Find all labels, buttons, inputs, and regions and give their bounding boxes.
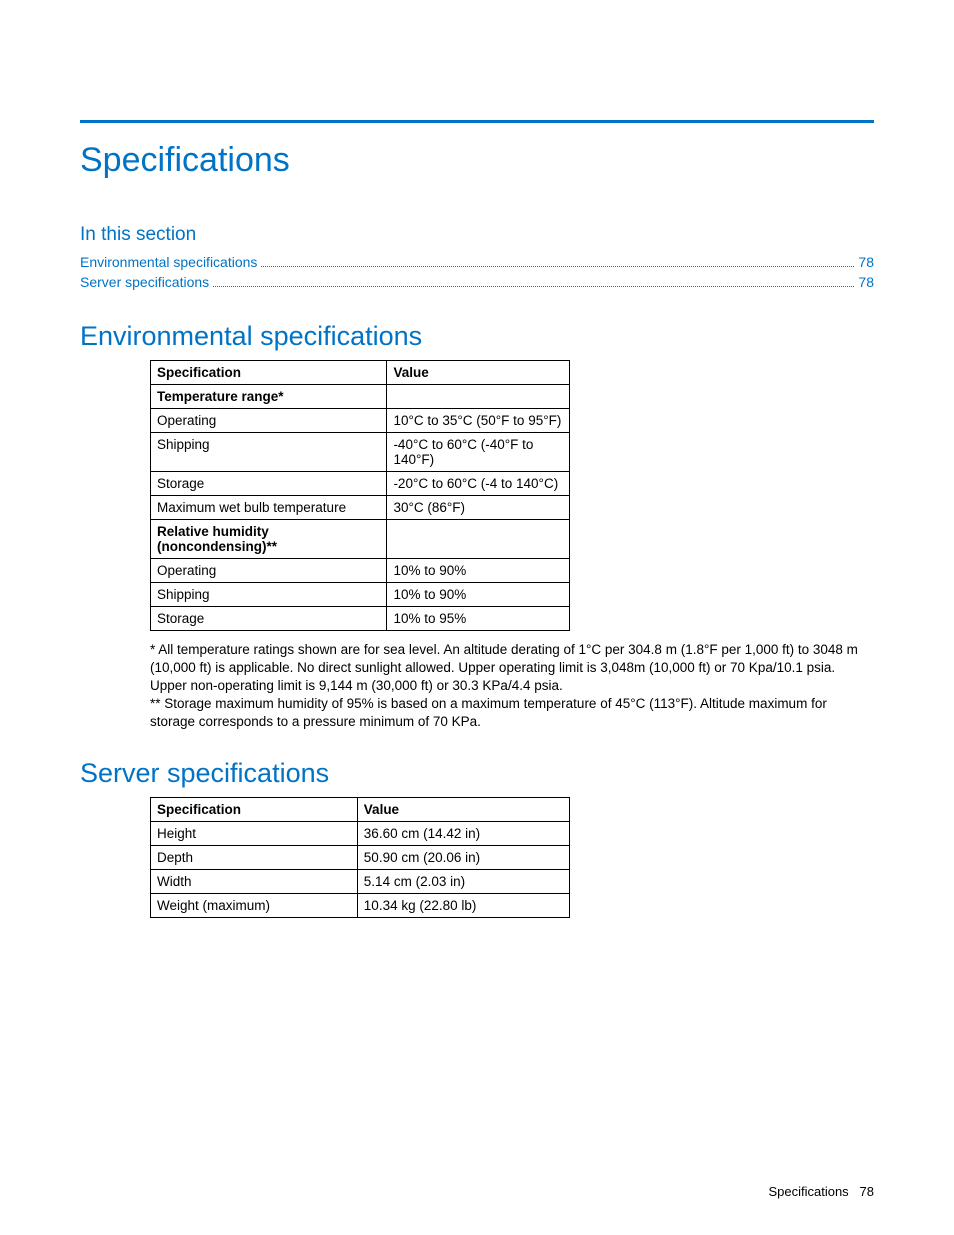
table-header-spec: Specification	[151, 797, 358, 821]
cell-spec: Shipping	[151, 432, 387, 471]
cell-value: 10% to 95%	[387, 606, 570, 630]
cell-value: 10.34 kg (22.80 lb)	[357, 893, 569, 917]
table-row: Temperature range*	[151, 384, 570, 408]
table-row: Operating10°C to 35°C (50°F to 95°F)	[151, 408, 570, 432]
page-title: Specifications	[80, 141, 874, 180]
table-row: Shipping10% to 90%	[151, 582, 570, 606]
cell-value: 10°C to 35°C (50°F to 95°F)	[387, 408, 570, 432]
table-header-value: Value	[357, 797, 569, 821]
cell-spec: Weight (maximum)	[151, 893, 358, 917]
toc-page-number: 78	[858, 252, 874, 272]
cell-value: 10% to 90%	[387, 558, 570, 582]
table-row: Shipping-40°C to 60°C (-40°F to 140°F)	[151, 432, 570, 471]
table-row: Maximum wet bulb temperature30°C (86°F)	[151, 495, 570, 519]
cell-spec: Height	[151, 821, 358, 845]
page-footer: Specifications 78	[768, 1184, 874, 1199]
table-row: Relative humidity (noncondensing)**	[151, 519, 570, 558]
table-row: Storage-20°C to 60°C (-4 to 140°C)	[151, 471, 570, 495]
cell-spec: Operating	[151, 408, 387, 432]
table-header-spec: Specification	[151, 360, 387, 384]
table-row: Storage10% to 95%	[151, 606, 570, 630]
table-row: Depth50.90 cm (20.06 in)	[151, 845, 570, 869]
cell-spec: Temperature range*	[151, 384, 387, 408]
cell-value	[387, 519, 570, 558]
table-header-value: Value	[387, 360, 570, 384]
cell-spec: Storage	[151, 606, 387, 630]
table-row: Width5.14 cm (2.03 in)	[151, 869, 570, 893]
cell-spec: Maximum wet bulb temperature	[151, 495, 387, 519]
table-row: Weight (maximum)10.34 kg (22.80 lb)	[151, 893, 570, 917]
footer-label: Specifications	[768, 1184, 848, 1199]
cell-value: 50.90 cm (20.06 in)	[357, 845, 569, 869]
toc-link-label: Environmental specifications	[80, 252, 257, 272]
cell-value	[387, 384, 570, 408]
top-rule	[80, 120, 874, 123]
cell-value: 5.14 cm (2.03 in)	[357, 869, 569, 893]
toc-leader-dots	[261, 266, 854, 267]
cell-value: -20°C to 60°C (-4 to 140°C)	[387, 471, 570, 495]
toc-page-number: 78	[858, 272, 874, 292]
cell-spec: Storage	[151, 471, 387, 495]
cell-value: 30°C (86°F)	[387, 495, 570, 519]
toc-leader-dots	[213, 286, 854, 287]
toc-line[interactable]: Server specifications 78	[80, 272, 874, 292]
environmental-heading: Environmental specifications	[80, 321, 874, 352]
cell-spec: Depth	[151, 845, 358, 869]
cell-spec: Relative humidity (noncondensing)**	[151, 519, 387, 558]
environmental-spec-table: Specification Value Temperature range* O…	[150, 360, 570, 631]
cell-value: 10% to 90%	[387, 582, 570, 606]
toc: Environmental specifications 78 Server s…	[80, 252, 874, 293]
cell-spec: Width	[151, 869, 358, 893]
server-heading: Server specifications	[80, 758, 874, 789]
toc-link-label: Server specifications	[80, 272, 209, 292]
cell-spec: Shipping	[151, 582, 387, 606]
cell-value: -40°C to 60°C (-40°F to 140°F)	[387, 432, 570, 471]
table-header-row: Specification Value	[151, 797, 570, 821]
table-header-row: Specification Value	[151, 360, 570, 384]
server-spec-table: Specification Value Height36.60 cm (14.4…	[150, 797, 570, 918]
footer-page: 78	[860, 1184, 874, 1199]
table-row: Height36.60 cm (14.42 in)	[151, 821, 570, 845]
toc-line[interactable]: Environmental specifications 78	[80, 252, 874, 272]
table-row: Operating10% to 90%	[151, 558, 570, 582]
in-this-section-label: In this section	[80, 224, 874, 246]
env-note-2: ** Storage maximum humidity of 95% is ba…	[150, 695, 864, 731]
cell-spec: Operating	[151, 558, 387, 582]
env-note-1: * All temperature ratings shown are for …	[150, 641, 864, 696]
cell-value: 36.60 cm (14.42 in)	[357, 821, 569, 845]
